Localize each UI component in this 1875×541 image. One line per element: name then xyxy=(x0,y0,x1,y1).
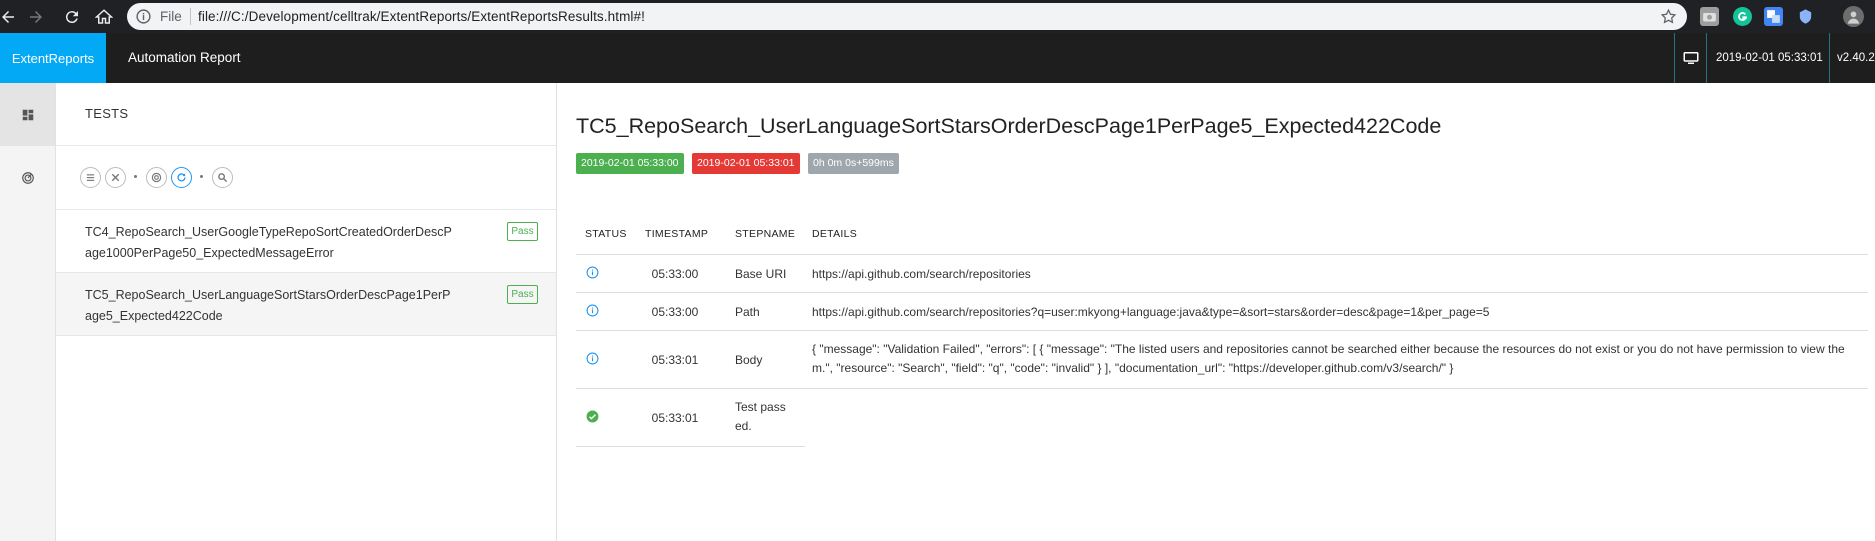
back-button[interactable] xyxy=(0,3,22,31)
monitor-icon[interactable] xyxy=(1682,49,1700,67)
translate-icon xyxy=(1767,10,1780,23)
info-icon[interactable] xyxy=(135,8,152,25)
step-name: Base URI xyxy=(735,267,787,281)
test-list-panel: TESTS TC4_RepoSearch_UserGoogleTypeRepoS… xyxy=(56,83,557,541)
filter-all-button[interactable] xyxy=(80,167,101,188)
step-name: Test passed. xyxy=(735,400,786,433)
vpn-extension-icon[interactable] xyxy=(1796,7,1815,26)
url-text[interactable]: file:///C:/Development/celltrak/ExtentRe… xyxy=(198,9,645,24)
table-row: 05:33:01 Test passed. xyxy=(576,389,1868,446)
status-badge: Pass xyxy=(507,222,538,241)
header-divider xyxy=(1829,33,1830,83)
forward-button[interactable] xyxy=(22,3,50,31)
table-row: 05:33:00 Path https://api.github.com/sea… xyxy=(576,293,1868,330)
arrow-left-icon xyxy=(2,11,14,23)
info-icon xyxy=(586,266,599,279)
browser-toolbar: File file:///C:/Development/celltrak/Ext… xyxy=(0,0,1875,33)
column-header-status: STATUS xyxy=(585,228,627,240)
report-header: ExtentReports Automation Report 2019-02-… xyxy=(0,33,1875,83)
divider xyxy=(576,446,805,447)
divider xyxy=(56,145,556,146)
table-row: 05:33:01 Body { "message": "Validation F… xyxy=(576,331,1868,388)
nav-tests[interactable] xyxy=(0,83,55,146)
brand-logo[interactable]: ExtentReports xyxy=(0,33,106,83)
step-timestamp: 05:33:01 xyxy=(651,353,699,367)
report-name: Automation Report xyxy=(128,50,241,65)
camera-icon xyxy=(1703,12,1716,22)
report-version: v2.40.2 xyxy=(1837,52,1875,64)
avatar-icon xyxy=(1847,11,1860,24)
header-divider xyxy=(1674,33,1675,83)
column-header-timestamp: TIMESTAMP xyxy=(645,228,709,240)
arrow-right-icon xyxy=(30,11,42,23)
shield-icon xyxy=(1799,9,1812,24)
test-list-item[interactable]: TC4_RepoSearch_UserGoogleTypeRepoSortCre… xyxy=(56,210,556,272)
column-header-stepname: STEPNAME xyxy=(735,228,796,240)
filter-fail-button[interactable] xyxy=(105,167,126,188)
test-name: TC5_RepoSearch_UserLanguageSortStarsOrde… xyxy=(85,288,451,323)
test-title: TC5_RepoSearch_UserLanguageSortStarsOrde… xyxy=(576,114,1442,138)
search-icon xyxy=(218,173,228,183)
home-button[interactable] xyxy=(90,3,118,31)
list-icon xyxy=(86,174,95,181)
step-timestamp: 05:33:00 xyxy=(651,267,699,281)
grammarly-icon xyxy=(1738,12,1748,21)
profile-avatar[interactable] xyxy=(1843,6,1864,27)
info-icon xyxy=(586,304,599,317)
scheme-label: File xyxy=(160,9,182,24)
bookmark-star-icon[interactable] xyxy=(1660,8,1677,25)
dashboard-grid-icon xyxy=(22,109,33,120)
duration-badge: 0h 0m 0s+599ms xyxy=(808,153,899,174)
filter-dashboard-button[interactable] xyxy=(146,167,167,188)
status-badge: Pass xyxy=(507,285,538,304)
info-icon xyxy=(586,352,599,365)
start-time-badge: 2019-02-01 05:33:00 xyxy=(576,153,684,174)
reload-button[interactable] xyxy=(58,3,86,31)
home-icon xyxy=(95,9,113,24)
address-bar[interactable]: File file:///C:/Development/celltrak/Ext… xyxy=(127,3,1687,30)
camera-extension-icon[interactable] xyxy=(1700,7,1719,26)
step-details: https://api.github.com/search/repositori… xyxy=(812,267,1031,281)
search-tests-button[interactable] xyxy=(212,167,233,188)
step-timestamp: 05:33:01 xyxy=(651,411,699,425)
side-navigation xyxy=(0,83,56,541)
gauge-icon xyxy=(21,171,34,184)
step-name: Path xyxy=(735,305,760,319)
reload-icon xyxy=(65,11,78,24)
nav-dashboard[interactable] xyxy=(0,146,55,209)
header-divider xyxy=(1706,33,1707,83)
dashboard-icon xyxy=(151,172,162,183)
step-timestamp: 05:33:00 xyxy=(651,305,699,319)
step-details: https://api.github.com/search/repositori… xyxy=(812,305,1490,319)
filter-refresh-button[interactable] xyxy=(171,167,192,188)
end-time-badge: 2019-02-01 05:33:01 xyxy=(692,153,800,174)
report-timestamp: 2019-02-01 05:33:01 xyxy=(1716,52,1823,64)
step-name: Body xyxy=(735,353,763,367)
translate-extension-icon[interactable] xyxy=(1764,7,1783,26)
tests-heading: TESTS xyxy=(85,106,129,121)
column-header-details: DETAILS xyxy=(812,228,858,240)
test-detail-panel: TC5_RepoSearch_UserLanguageSortStarsOrde… xyxy=(557,83,1875,541)
test-list-item-selected[interactable]: TC5_RepoSearch_UserLanguageSortStarsOrde… xyxy=(56,273,556,335)
filter-separator xyxy=(134,175,137,178)
grammarly-extension-icon[interactable] xyxy=(1733,7,1752,26)
close-icon xyxy=(111,173,120,182)
omnibox-divider xyxy=(190,8,191,25)
check-circle-icon xyxy=(586,410,599,423)
filter-separator xyxy=(200,175,203,178)
table-row: 05:33:00 Base URI https://api.github.com… xyxy=(576,255,1868,292)
divider xyxy=(56,335,556,336)
step-details: { "message": "Validation Failed", "error… xyxy=(812,342,1845,375)
test-name: TC4_RepoSearch_UserGoogleTypeRepoSortCre… xyxy=(85,225,452,260)
refresh-icon xyxy=(177,173,186,182)
